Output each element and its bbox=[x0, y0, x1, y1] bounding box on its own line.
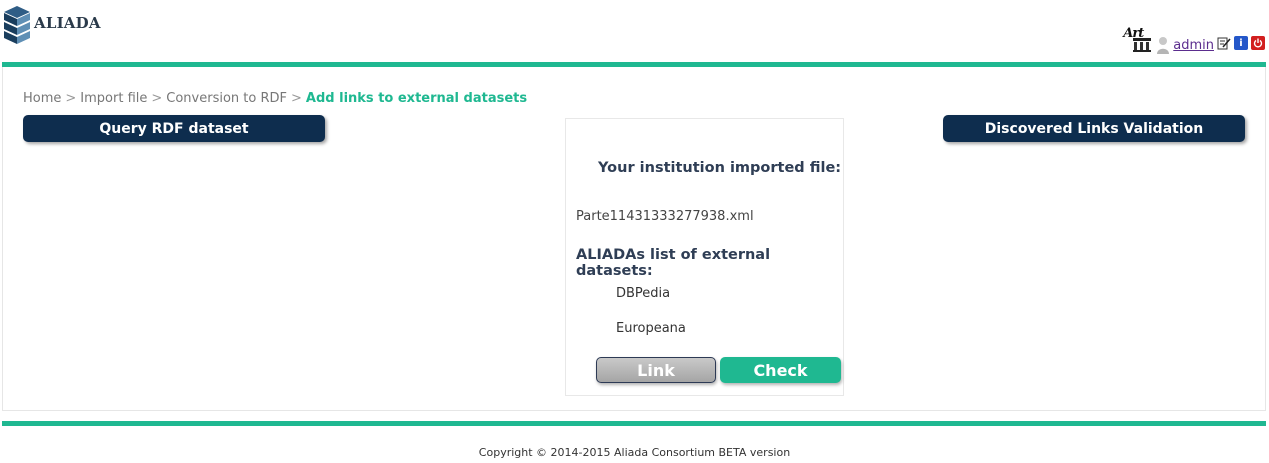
breadcrumb-conversion-rdf[interactable]: Conversion to RDF bbox=[166, 91, 287, 106]
logo-text: ALIADA bbox=[34, 14, 101, 32]
breadcrumb: Home > Import file > Conversion to RDF > Add l… bbox=[23, 91, 528, 106]
logo-stack-icon bbox=[4, 6, 30, 46]
user-icon bbox=[1156, 36, 1170, 54]
breadcrumb-import-file[interactable]: Import file bbox=[80, 91, 147, 106]
user-toolbar: Art admin i bbox=[1123, 24, 1265, 54]
art-museum-icon[interactable]: Art bbox=[1123, 26, 1153, 54]
footer-divider bbox=[2, 421, 1266, 426]
external-datasets-heading: ALIADAs list of external datasets: bbox=[576, 247, 771, 279]
link-datasets-panel: Your institution imported file: Parte114… bbox=[565, 118, 844, 396]
admin-user-link[interactable]: admin bbox=[1173, 38, 1214, 53]
info-icon[interactable]: i bbox=[1234, 36, 1248, 50]
imported-file-heading: Your institution imported file: bbox=[598, 160, 842, 176]
check-button[interactable]: Check bbox=[720, 357, 841, 383]
dataset-item-europeana: Europeana bbox=[616, 321, 686, 336]
power-icon[interactable] bbox=[1251, 36, 1265, 50]
query-rdf-dataset-button[interactable]: Query RDF dataset bbox=[23, 115, 325, 142]
edit-icon[interactable] bbox=[1217, 36, 1231, 50]
aliada-logo[interactable]: ALIADA bbox=[4, 6, 101, 46]
breadcrumb-current: Add links to external datasets bbox=[305, 91, 528, 106]
dataset-item-dbpedia: DBPedia bbox=[616, 286, 671, 301]
breadcrumb-home[interactable]: Home bbox=[23, 91, 61, 106]
imported-filename: Parte11431333277938.xml bbox=[576, 209, 754, 224]
discovered-links-validation-button[interactable]: Discovered Links Validation bbox=[943, 115, 1245, 142]
copyright-footer: Copyright © 2014-2015 Aliada Consortium … bbox=[478, 446, 791, 459]
link-button[interactable]: Link bbox=[596, 357, 716, 383]
